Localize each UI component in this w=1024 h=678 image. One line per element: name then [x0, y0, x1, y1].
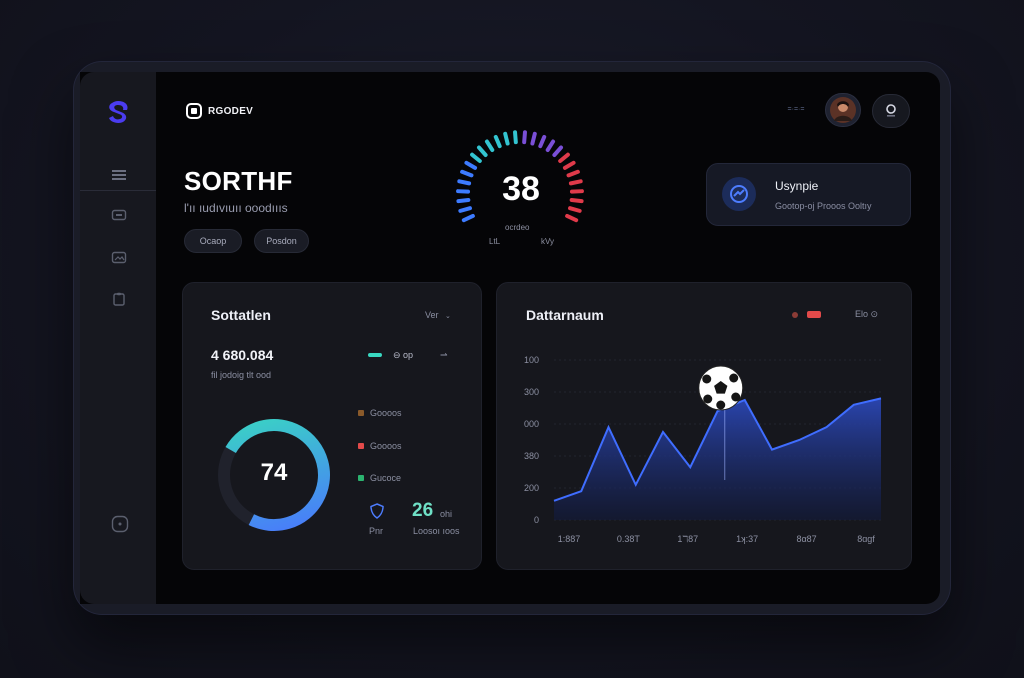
- gauge-tick: [562, 160, 576, 170]
- monitor-icon[interactable]: [111, 209, 127, 223]
- gauge-tick: [565, 213, 579, 223]
- donut-value: 74: [260, 459, 288, 486]
- area-fill: [554, 398, 881, 520]
- notification-title: Usynpie: [775, 179, 819, 193]
- stat-value: 26: [412, 500, 434, 521]
- stats-big-value: 4 680.084: [211, 347, 274, 363]
- legend-swatch-3: [358, 475, 364, 481]
- y-tick-label: 300: [524, 387, 539, 397]
- toggle-indicator[interactable]: [368, 353, 382, 357]
- x-tick-label: 8α87: [796, 534, 816, 544]
- stat-unit: ohi: [440, 509, 453, 519]
- menu-icon[interactable]: [111, 168, 127, 182]
- shield-icon: [369, 503, 385, 524]
- chevron-down-icon: ⌄: [445, 313, 451, 320]
- legend-swatch-1: [358, 410, 364, 416]
- ball-patch: [703, 394, 713, 404]
- profile-button[interactable]: [872, 94, 910, 128]
- clipboard-icon[interactable]: [111, 292, 127, 306]
- gauge-left-label: LtL: [489, 237, 501, 246]
- stat-sub: Loosoı ıoos: [413, 526, 460, 536]
- gauge-tick: [476, 145, 488, 157]
- gauge-tick: [470, 152, 482, 163]
- y-tick-label: 380: [524, 451, 539, 461]
- app-logo-icon[interactable]: [105, 99, 131, 125]
- settings-icon[interactable]: [111, 515, 129, 533]
- stats-filter-dropdown[interactable]: Ver ⌄: [425, 310, 451, 320]
- legend-swatch-2: [358, 443, 364, 449]
- top-menu-button[interactable]: =·=·=: [786, 101, 806, 117]
- ball-patch: [731, 392, 741, 402]
- sidebar-divider: [80, 190, 156, 191]
- area-chart: 100 300 000 380 200 0 1:887 0.38T 1ℸ87 1ʞ:37 8α87 8…: [524, 355, 882, 544]
- stat-icon-label: Pnr: [369, 526, 384, 536]
- gauge-tick: [522, 130, 527, 145]
- user-icon: [886, 104, 896, 117]
- brand-name: RGODEV: [208, 105, 254, 117]
- legend-label-1: Goooos: [370, 408, 402, 418]
- gauge-center-label: ocrdeo: [505, 223, 530, 232]
- avatar[interactable]: [825, 93, 861, 127]
- notification-icon-badge: [722, 177, 756, 211]
- gauge-tick: [530, 131, 537, 146]
- top-menu-label: =·=·=: [787, 105, 805, 113]
- ball-patch: [729, 373, 739, 383]
- ball-patch: [716, 400, 726, 410]
- filter-pill-2[interactable]: Posdon: [254, 229, 309, 253]
- image-icon[interactable]: [111, 251, 127, 265]
- x-tick-label: 0.38T: [617, 534, 641, 544]
- stats-card-title: Sottatlen: [211, 307, 271, 323]
- arrow-right-icon[interactable]: ⇀: [440, 350, 448, 361]
- gauge-tick: [461, 213, 475, 223]
- y-tick-label: 100: [524, 355, 539, 365]
- brand[interactable]: RGODEV: [186, 103, 253, 119]
- brand-logo-icon: [186, 103, 202, 119]
- gauge-tick: [493, 134, 502, 149]
- y-tick-label: 000: [524, 419, 539, 429]
- toggle-label: ⊖ op: [393, 350, 414, 360]
- x-tick-label: 1ℸ87: [677, 534, 698, 544]
- y-tick-label: 200: [524, 483, 539, 493]
- legend-label-3: Gucoce: [370, 473, 402, 483]
- ball-patch: [702, 374, 712, 384]
- stats-filter-label: Ver: [425, 310, 439, 320]
- gauge-tick: [464, 160, 478, 170]
- gauge-tick: [513, 130, 518, 145]
- notification-subtitle: Gootop-oj Prooos Ooltıy: [775, 201, 872, 211]
- gauge-value: 38: [502, 170, 540, 208]
- filter-pill-1[interactable]: Ocaop: [184, 229, 242, 253]
- stats-big-sub: fil jodoig tlt ood: [211, 370, 272, 380]
- page-subtitle: l'ıı ıudıvıuıı ooodıııs: [184, 201, 288, 215]
- gauge-tick: [558, 152, 570, 163]
- legend-label-2: Goooos: [370, 441, 402, 451]
- page-title: SORTHF: [184, 166, 293, 196]
- x-tick-label: 1ʞ:37: [736, 534, 758, 544]
- gauge-tick: [484, 139, 495, 152]
- x-tick-label: 8ɑgf: [857, 534, 875, 544]
- gauge-tick: [545, 139, 556, 152]
- chart-link-icon: [730, 185, 748, 203]
- gauge-tick: [552, 145, 564, 157]
- sidebar: [80, 72, 156, 604]
- gauge-right-label: kVy: [541, 237, 555, 246]
- x-tick-label: 1:887: [558, 534, 581, 544]
- gauge-tick: [503, 131, 510, 146]
- y-tick-label: 0: [534, 515, 539, 525]
- avatar-image: [830, 97, 856, 123]
- gauge-tick: [538, 134, 547, 149]
